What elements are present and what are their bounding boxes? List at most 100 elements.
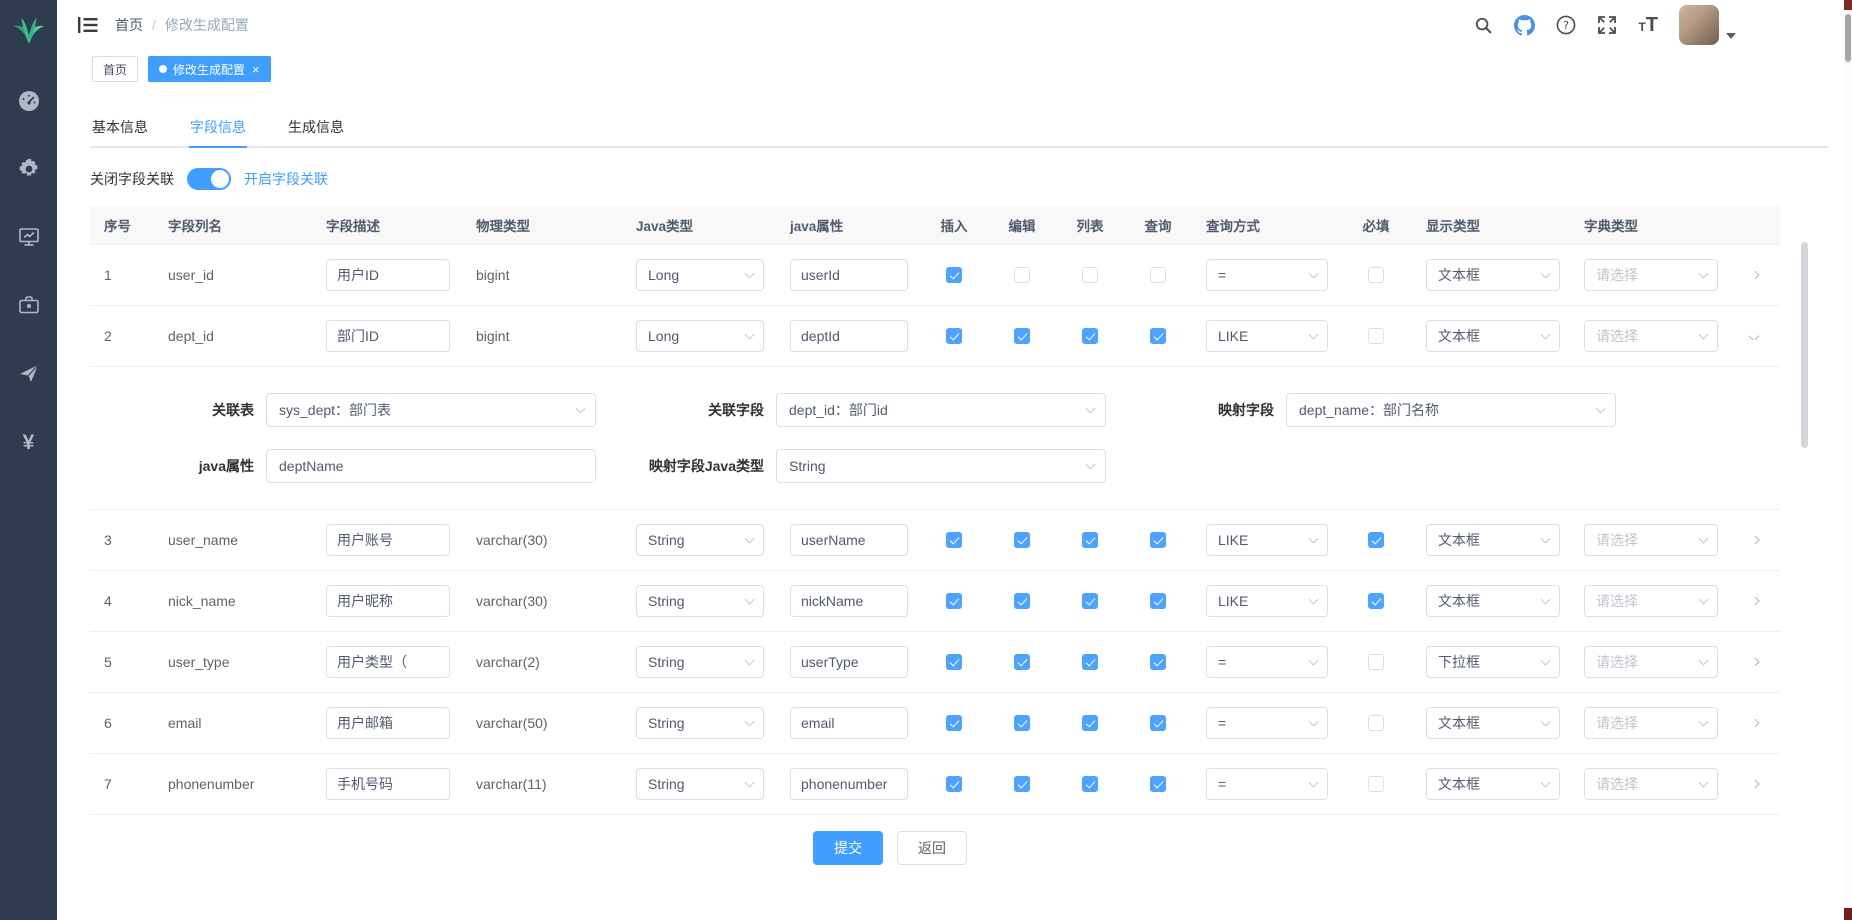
submit-button[interactable]: 提交	[813, 831, 883, 865]
table-scrollbar-thumb[interactable]	[1801, 242, 1808, 448]
github-icon[interactable]	[1514, 15, 1535, 36]
required-checkbox[interactable]	[1368, 654, 1384, 670]
help-icon[interactable]: ?	[1556, 15, 1576, 35]
relation-toggle[interactable]	[187, 168, 231, 190]
java-type-select[interactable]: String	[636, 524, 764, 556]
dict-type-select[interactable]: 请选择	[1584, 768, 1718, 800]
display-type-select[interactable]: 文本框	[1426, 320, 1560, 352]
dict-type-select[interactable]: 请选择	[1584, 524, 1718, 556]
query-type-select[interactable]: =	[1206, 707, 1328, 739]
panel-input[interactable]	[266, 449, 596, 483]
list-checkbox[interactable]	[1082, 776, 1098, 792]
query-checkbox[interactable]	[1150, 654, 1166, 670]
edit-checkbox[interactable]	[1014, 715, 1030, 731]
fullscreen-icon[interactable]	[1597, 15, 1617, 35]
expand-row-icon[interactable]	[1748, 597, 1759, 605]
java-attr-input[interactable]	[790, 707, 908, 739]
java-attr-input[interactable]	[790, 259, 908, 291]
field-desc-input[interactable]	[326, 646, 450, 678]
java-type-select[interactable]: String	[636, 707, 764, 739]
query-type-select[interactable]: =	[1206, 646, 1328, 678]
dict-type-select[interactable]: 请选择	[1584, 646, 1718, 678]
edit-checkbox[interactable]	[1014, 328, 1030, 344]
tab-生成信息[interactable]: 生成信息	[267, 106, 365, 148]
expand-row-icon[interactable]	[1748, 271, 1759, 279]
display-type-select[interactable]: 文本框	[1426, 585, 1560, 617]
list-checkbox[interactable]	[1082, 654, 1098, 670]
required-checkbox[interactable]	[1368, 593, 1384, 609]
query-checkbox[interactable]	[1150, 593, 1166, 609]
panel-select[interactable]: dept_name：部门名称	[1286, 393, 1616, 427]
breadcrumb-home[interactable]: 首页	[115, 15, 143, 35]
edit-checkbox[interactable]	[1014, 593, 1030, 609]
sidebar-item-yen[interactable]: ¥	[0, 409, 57, 477]
query-type-select[interactable]: LIKE	[1206, 524, 1328, 556]
sidebar-item-dashboard[interactable]	[0, 69, 57, 137]
java-type-select[interactable]: String	[636, 768, 764, 800]
query-checkbox[interactable]	[1150, 715, 1166, 731]
java-attr-input[interactable]	[790, 585, 908, 617]
required-checkbox[interactable]	[1368, 532, 1384, 548]
list-checkbox[interactable]	[1082, 715, 1098, 731]
app-logo[interactable]	[0, 0, 57, 57]
panel-select[interactable]: sys_dept：部门表	[266, 393, 596, 427]
query-checkbox[interactable]	[1150, 267, 1166, 283]
java-type-select[interactable]: String	[636, 646, 764, 678]
query-checkbox[interactable]	[1150, 328, 1166, 344]
dict-type-select[interactable]: 请选择	[1584, 259, 1718, 291]
back-button[interactable]: 返回	[897, 831, 967, 865]
query-checkbox[interactable]	[1150, 776, 1166, 792]
dict-type-select[interactable]: 请选择	[1584, 320, 1718, 352]
field-desc-input[interactable]	[326, 259, 450, 291]
java-attr-input[interactable]	[790, 320, 908, 352]
java-type-select[interactable]: Long	[636, 320, 764, 352]
tab-基本信息[interactable]: 基本信息	[90, 106, 169, 148]
insert-checkbox[interactable]	[946, 654, 962, 670]
list-checkbox[interactable]	[1082, 593, 1098, 609]
required-checkbox[interactable]	[1368, 715, 1384, 731]
edit-checkbox[interactable]	[1014, 267, 1030, 283]
insert-checkbox[interactable]	[946, 593, 962, 609]
collapse-row-icon[interactable]	[1748, 332, 1759, 340]
sidebar-collapse-icon[interactable]	[57, 16, 115, 34]
search-icon[interactable]	[1474, 16, 1493, 35]
edit-checkbox[interactable]	[1014, 776, 1030, 792]
edit-checkbox[interactable]	[1014, 654, 1030, 670]
browser-scrollbar[interactable]	[1844, 0, 1852, 920]
tab-字段信息[interactable]: 字段信息	[169, 106, 267, 148]
required-checkbox[interactable]	[1368, 776, 1384, 792]
dict-type-select[interactable]: 请选择	[1584, 707, 1718, 739]
edit-checkbox[interactable]	[1014, 532, 1030, 548]
list-checkbox[interactable]	[1082, 267, 1098, 283]
required-checkbox[interactable]	[1368, 267, 1384, 283]
display-type-select[interactable]: 文本框	[1426, 707, 1560, 739]
display-type-select[interactable]: 文本框	[1426, 259, 1560, 291]
insert-checkbox[interactable]	[946, 328, 962, 344]
display-type-select[interactable]: 下拉框	[1426, 646, 1560, 678]
sidebar-item-paper-plane[interactable]	[0, 341, 57, 409]
list-checkbox[interactable]	[1082, 532, 1098, 548]
tag-current[interactable]: 修改生成配置×	[148, 56, 271, 82]
java-type-select[interactable]: Long	[636, 259, 764, 291]
java-attr-input[interactable]	[790, 768, 908, 800]
expand-row-icon[interactable]	[1748, 780, 1759, 788]
expand-row-icon[interactable]	[1748, 536, 1759, 544]
font-size-icon[interactable]: TT	[1638, 15, 1658, 35]
panel-select[interactable]: String	[776, 449, 1106, 483]
query-type-select[interactable]: =	[1206, 768, 1328, 800]
field-desc-input[interactable]	[326, 768, 450, 800]
java-attr-input[interactable]	[790, 646, 908, 678]
field-desc-input[interactable]	[326, 320, 450, 352]
expand-row-icon[interactable]	[1748, 719, 1759, 727]
tag-close-icon[interactable]: ×	[252, 63, 260, 76]
insert-checkbox[interactable]	[946, 532, 962, 548]
insert-checkbox[interactable]	[946, 267, 962, 283]
display-type-select[interactable]: 文本框	[1426, 768, 1560, 800]
field-desc-input[interactable]	[326, 524, 450, 556]
sidebar-item-monitor-chart[interactable]	[0, 205, 57, 273]
scrollbar-down-arrow[interactable]	[1844, 908, 1852, 920]
sidebar-item-gear[interactable]	[0, 137, 57, 205]
panel-select[interactable]: dept_id：部门id	[776, 393, 1106, 427]
user-menu[interactable]	[1679, 5, 1736, 45]
dict-type-select[interactable]: 请选择	[1584, 585, 1718, 617]
